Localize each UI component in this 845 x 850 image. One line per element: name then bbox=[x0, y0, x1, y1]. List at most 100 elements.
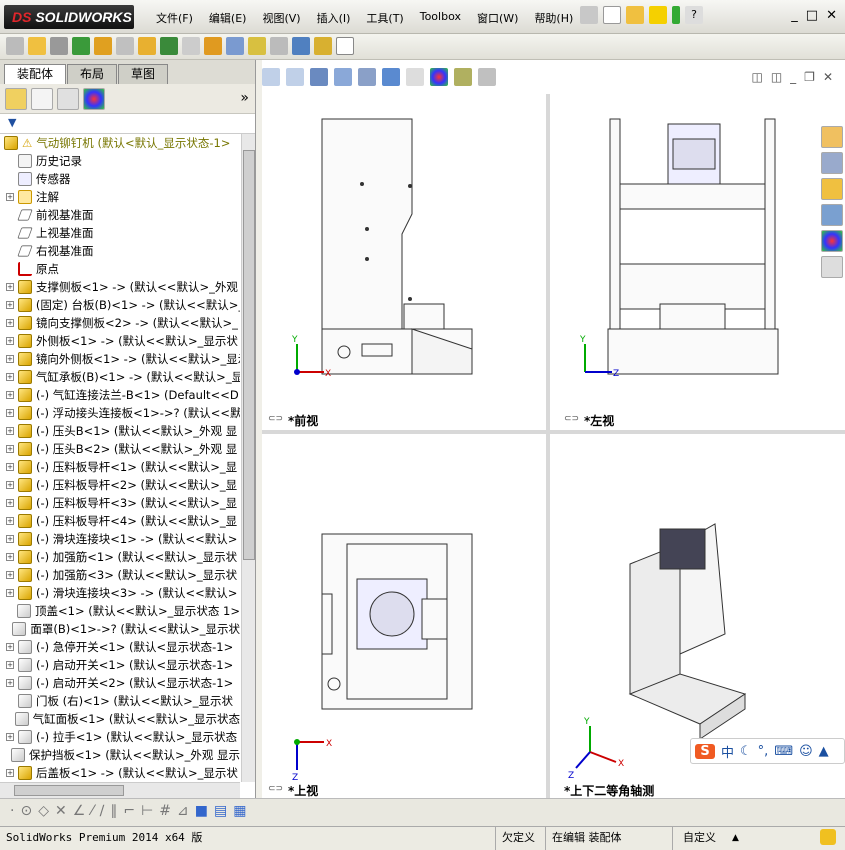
user-icon[interactable]: ☺ bbox=[799, 744, 813, 759]
tree-item[interactable]: + (-) 启动开关<2> (默认<显示状态-1> bbox=[0, 674, 240, 692]
tree-item[interactable]: 传感器 bbox=[0, 170, 240, 188]
tree-item[interactable]: 原点 bbox=[0, 260, 240, 278]
moon-icon[interactable]: ☾ bbox=[740, 744, 752, 759]
tree-item[interactable]: 顶盖<1> (默认<<默认>_显示状态 1> bbox=[0, 602, 240, 620]
tree-item[interactable]: 门板 (右)<1> (默认<<默认>_显示状 bbox=[0, 692, 240, 710]
left-view-pane[interactable]: Y Z ⊂⊃ *左视 bbox=[550, 94, 819, 430]
tab-layout[interactable]: 布局 bbox=[67, 64, 118, 84]
viewport-restore-icon[interactable]: ❐ bbox=[804, 70, 815, 84]
hscroll-thumb[interactable] bbox=[14, 785, 124, 796]
file-explorer-icon[interactable] bbox=[821, 178, 843, 200]
bill-of-materials-icon[interactable] bbox=[226, 37, 244, 55]
status-units[interactable]: 自定义 bbox=[672, 827, 772, 850]
tree-item[interactable]: + (-) 压料板导杆<4> (默认<<默认>_显 bbox=[0, 512, 240, 530]
tree-item[interactable]: 历史记录 bbox=[0, 152, 240, 170]
snapshot-icon[interactable] bbox=[336, 37, 354, 55]
explode-line-icon[interactable] bbox=[270, 37, 288, 55]
tree-item[interactable]: + 外侧板<1> -> (默认<<默认>_显示状 bbox=[0, 332, 240, 350]
trim-icon[interactable]: ✕ bbox=[55, 803, 67, 819]
keyboard-icon[interactable]: ⌨ bbox=[774, 744, 793, 759]
tree-item[interactable]: + (-) 滑块连接块<1> -> (默认<<默认> bbox=[0, 530, 240, 548]
tree-item[interactable]: + (-) 拉手<1> (默认<<默认>_显示状态 bbox=[0, 728, 240, 746]
close-button[interactable]: ✕ bbox=[826, 8, 837, 23]
smart-fasteners-icon[interactable] bbox=[94, 37, 112, 55]
expand-chevron-icon[interactable]: » bbox=[240, 90, 249, 106]
ime-toolbar[interactable]: S 中 ☾ °, ⌨ ☺ ▲ bbox=[690, 738, 845, 764]
expand-toggle-icon[interactable]: + bbox=[6, 535, 14, 543]
tree-item[interactable]: 前视基准面 bbox=[0, 206, 240, 224]
tree-item[interactable]: + (-) 滑块连接块<3> -> (默认<<默认> bbox=[0, 584, 240, 602]
line-icon[interactable]: ⁄ bbox=[91, 803, 93, 819]
expand-toggle-icon[interactable]: + bbox=[6, 553, 14, 561]
tree-item[interactable]: + 镜向支撑侧板<2> -> (默认<<默认>_ bbox=[0, 314, 240, 332]
polygon-icon[interactable]: ◇ bbox=[38, 803, 49, 819]
custom-properties-icon[interactable] bbox=[821, 256, 843, 278]
assembly-features-icon[interactable] bbox=[160, 37, 178, 55]
tree-item[interactable]: + 后盖板<1> -> (默认<<默认>_显示状 bbox=[0, 764, 240, 782]
angle-icon[interactable]: ∠ bbox=[73, 803, 86, 819]
tree-item[interactable]: + (-) 启动开关<1> (默认<显示状态-1> bbox=[0, 656, 240, 674]
tree-item[interactable]: + (-) 压头B<1> (默认<<默认>_外观 显 bbox=[0, 422, 240, 440]
solidworks-logo[interactable]: DS SOLIDWORKS bbox=[4, 5, 134, 29]
rebuild-warning-icon[interactable] bbox=[649, 6, 667, 24]
shaded-box-icon[interactable]: ■ bbox=[195, 803, 208, 819]
feature-manager-icon[interactable] bbox=[5, 87, 27, 110]
display-style-icon[interactable] bbox=[382, 68, 400, 86]
expand-toggle-icon[interactable]: + bbox=[6, 355, 14, 363]
front-view-pane[interactable]: Y X ⊂⊃ *前视 bbox=[262, 94, 546, 430]
expand-toggle-icon[interactable]: + bbox=[6, 373, 14, 381]
tree-root[interactable]: ⚠ 气动铆钉机 (默认<默认_显示状态-1> bbox=[0, 134, 240, 152]
previous-view-icon[interactable] bbox=[310, 68, 328, 86]
menu-item[interactable]: 编辑(E) bbox=[201, 10, 255, 26]
tree-vertical-scrollbar[interactable] bbox=[241, 134, 255, 782]
viewport-close-icon[interactable]: ✕ bbox=[823, 70, 833, 84]
tree-item[interactable]: 面罩(B)<1>->? (默认<<默认>_显示状 bbox=[0, 620, 240, 638]
property-manager-icon[interactable] bbox=[31, 87, 53, 110]
open-folder-icon[interactable] bbox=[626, 6, 644, 24]
expand-toggle-icon[interactable]: + bbox=[6, 769, 14, 777]
traffic-light-icon[interactable] bbox=[672, 6, 680, 24]
expand-toggle-icon[interactable]: + bbox=[6, 319, 14, 327]
view-orientation-icon[interactable] bbox=[358, 68, 376, 86]
expand-toggle-icon[interactable]: + bbox=[6, 571, 14, 579]
insert-component-icon[interactable] bbox=[28, 37, 46, 55]
expand-toggle-icon[interactable]: + bbox=[6, 193, 14, 201]
menu-item[interactable]: 视图(V) bbox=[254, 10, 308, 26]
show-hidden-icon[interactable] bbox=[138, 37, 156, 55]
new-document-icon[interactable] bbox=[603, 6, 621, 24]
tree-horizontal-scrollbar[interactable] bbox=[0, 782, 240, 798]
expand-toggle-icon[interactable]: + bbox=[6, 481, 14, 489]
expand-toggle-icon[interactable]: + bbox=[6, 499, 14, 507]
expand-toggle-icon[interactable]: + bbox=[6, 589, 14, 597]
tree-item[interactable]: + (固定) 台板(B)<1> -> (默认<<默认>_ bbox=[0, 296, 240, 314]
graphics-area[interactable]: ◫ ◫ _ ❐ ✕ Y X ⊂⊃ *前视 Y Z ⊂⊃ *左视 Z X ⊂⊃ *… bbox=[262, 60, 845, 798]
menu-item[interactable]: 工具(T) bbox=[358, 10, 411, 26]
reference-geometry-icon[interactable] bbox=[182, 37, 200, 55]
status-tag-icon[interactable] bbox=[820, 829, 836, 845]
zoom-area-icon[interactable] bbox=[286, 68, 304, 86]
menu-item[interactable]: 窗口(W) bbox=[469, 10, 526, 26]
expand-toggle-icon[interactable]: + bbox=[6, 301, 14, 309]
split-horizontal-icon[interactable]: ◫ bbox=[751, 70, 762, 84]
maximize-button[interactable]: □ bbox=[806, 8, 818, 23]
pin-icon[interactable] bbox=[580, 6, 598, 24]
expand-toggle-icon[interactable]: + bbox=[6, 517, 14, 525]
tab-assembly[interactable]: 装配体 bbox=[4, 64, 67, 84]
ime-lang[interactable]: 中 bbox=[721, 742, 734, 761]
expand-toggle-icon[interactable]: + bbox=[6, 661, 14, 669]
instant3d-icon[interactable] bbox=[292, 37, 310, 55]
expand-toggle-icon[interactable]: + bbox=[6, 427, 14, 435]
menu-item[interactable]: Toolbox bbox=[412, 10, 469, 26]
top-view-pane[interactable]: Z X ⊂⊃ *上视 bbox=[262, 434, 546, 798]
view-palette-icon[interactable] bbox=[821, 204, 843, 226]
menu-item[interactable]: 插入(I) bbox=[309, 10, 359, 26]
apply-scene-icon[interactable] bbox=[454, 68, 472, 86]
appearances-icon[interactable] bbox=[821, 230, 843, 252]
expand-toggle-icon[interactable]: + bbox=[6, 679, 14, 687]
circle-icon[interactable]: ⊙ bbox=[20, 803, 32, 819]
scroll-thumb[interactable] bbox=[243, 150, 255, 560]
minimize-button[interactable]: _ bbox=[791, 8, 798, 23]
punctuation-icon[interactable]: °, bbox=[758, 744, 769, 759]
grid-icon[interactable]: # bbox=[159, 803, 171, 819]
tree-item[interactable]: + 气缸承板(B)<1> -> (默认<<默认>_显 bbox=[0, 368, 240, 386]
